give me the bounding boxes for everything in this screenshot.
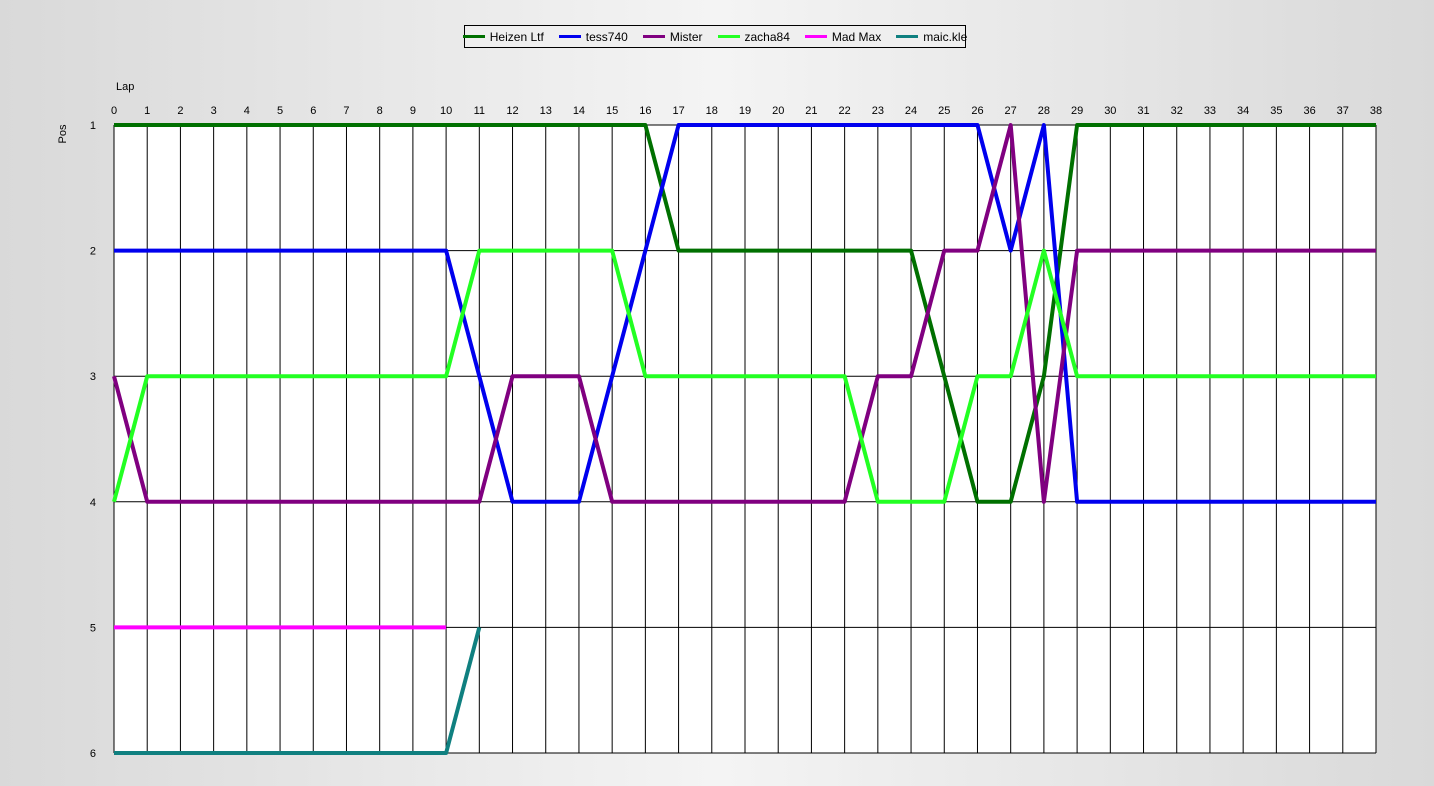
- x-tick-label: 34: [1237, 105, 1249, 117]
- x-tick-label: 4: [244, 105, 250, 117]
- x-tick-label: 19: [739, 105, 751, 117]
- x-tick-label: 0: [111, 105, 117, 117]
- x-tick-label: 25: [938, 105, 950, 117]
- x-tick-label: 31: [1137, 105, 1149, 117]
- x-tick-label: 33: [1204, 105, 1216, 117]
- x-tick-label: 23: [872, 105, 884, 117]
- x-tick-label: 11: [474, 105, 485, 117]
- x-tick-label: 24: [905, 105, 917, 117]
- x-tick-label: 30: [1104, 105, 1116, 117]
- x-tick-label: 15: [606, 105, 618, 117]
- x-tick-label: 18: [706, 105, 718, 117]
- x-tick-label: 12: [506, 105, 518, 117]
- x-tick-label: 32: [1171, 105, 1183, 117]
- x-tick-label: 20: [772, 105, 784, 117]
- x-tick-label: 28: [1038, 105, 1050, 117]
- x-tick-label: 29: [1071, 105, 1083, 117]
- position-chart: 0 1 2 3 4 5 6 7 8 9 10 11 12 13 14 15 16 17 18 19 20 21 22 23 24…: [57, 81, 1382, 760]
- x-tick-label: 17: [672, 105, 684, 117]
- x-tick-label: 10: [440, 105, 452, 117]
- grid-lines: [113, 124, 1377, 754]
- x-tick-label: 13: [540, 105, 552, 117]
- y-axis-ticks: 1 2 3 4 5 6: [90, 120, 96, 760]
- x-tick-label: 7: [343, 105, 349, 117]
- y-tick-label: 1: [90, 120, 96, 132]
- y-tick-label: 2: [90, 246, 96, 258]
- x-tick-label: 5: [277, 105, 283, 117]
- x-tick-label: 35: [1270, 105, 1282, 117]
- x-axis-label: Lap: [116, 81, 134, 93]
- x-tick-label: 26: [971, 105, 983, 117]
- y-tick-label: 5: [90, 622, 96, 634]
- x-tick-label: 1: [144, 105, 150, 117]
- x-tick-label: 38: [1370, 105, 1382, 117]
- x-tick-label: 6: [310, 105, 316, 117]
- y-tick-label: 3: [90, 371, 96, 383]
- x-tick-label: 14: [573, 105, 585, 117]
- y-axis-label: Pos: [57, 124, 69, 143]
- x-tick-label: 21: [805, 105, 817, 117]
- y-tick-label: 4: [90, 497, 96, 509]
- x-tick-label: 2: [177, 105, 183, 117]
- x-tick-label: 8: [377, 105, 383, 117]
- x-tick-label: 16: [639, 105, 651, 117]
- x-tick-label: 3: [211, 105, 217, 117]
- x-tick-label: 27: [1005, 105, 1017, 117]
- x-tick-label: 36: [1303, 105, 1315, 117]
- x-tick-label: 22: [839, 105, 851, 117]
- x-tick-label: 9: [410, 105, 416, 117]
- x-tick-label: 37: [1337, 105, 1349, 117]
- y-tick-label: 6: [90, 748, 96, 760]
- x-axis-ticks: 0 1 2 3 4 5 6 7 8 9 10 11 12 13 14 15 16 17 18 19 20 21 22 23 24…: [111, 105, 1382, 117]
